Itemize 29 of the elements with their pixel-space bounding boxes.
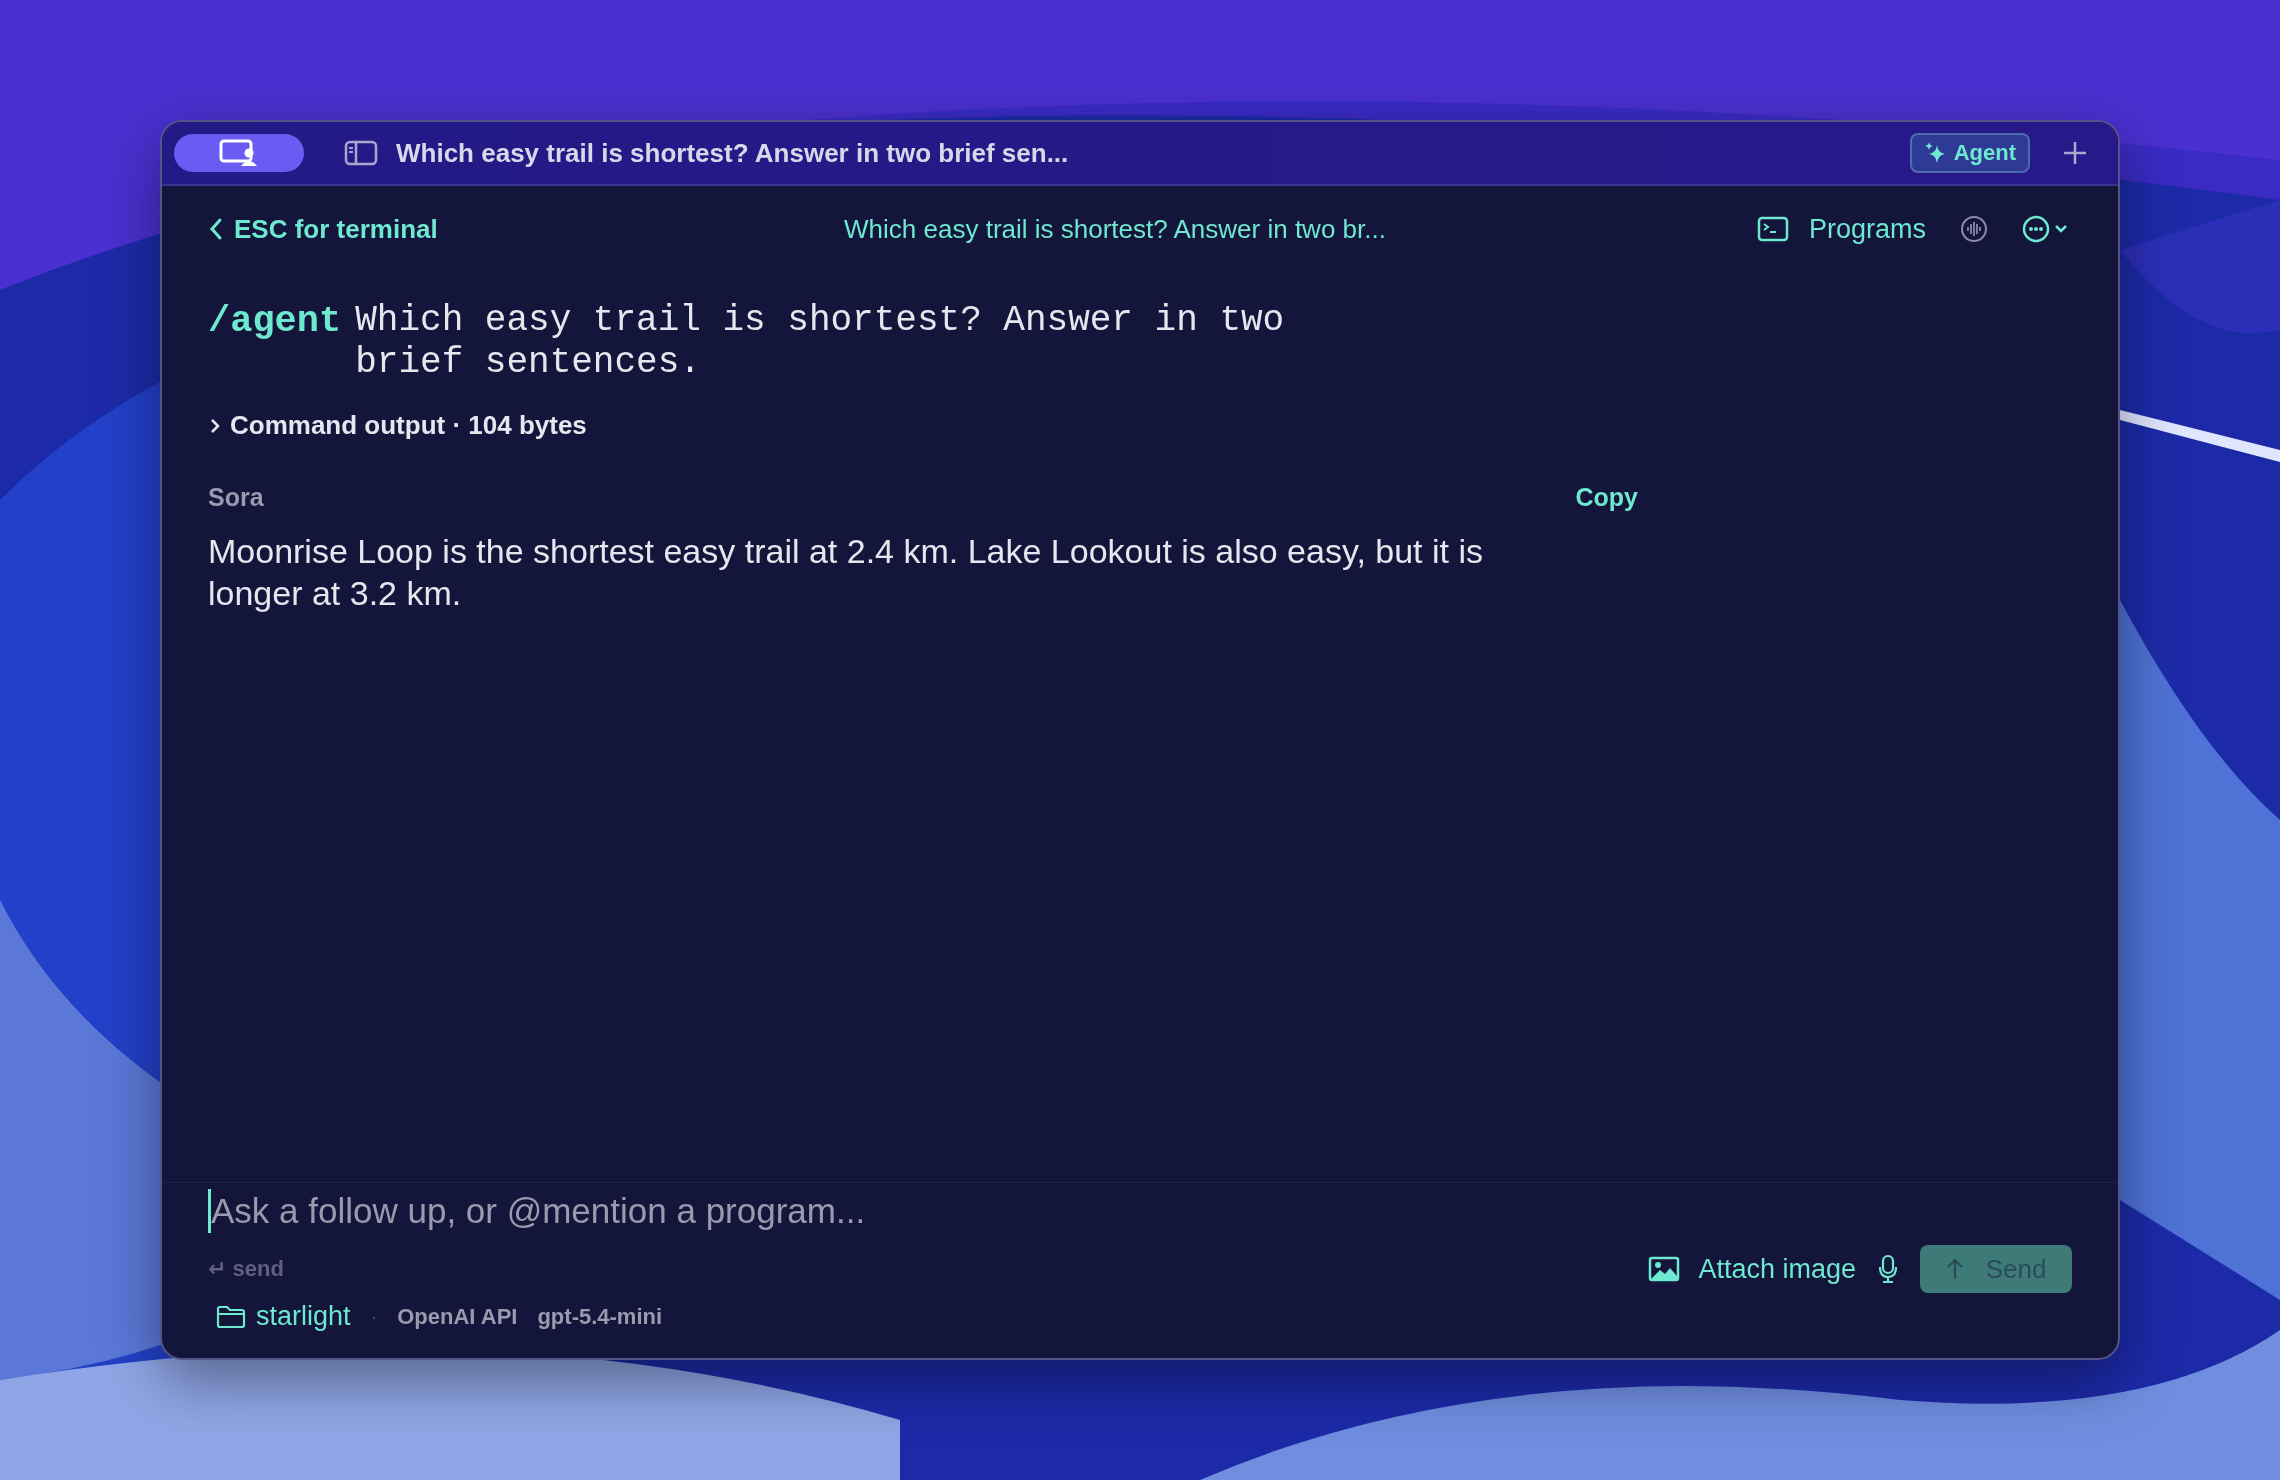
- microphone-icon[interactable]: [1878, 1254, 1898, 1284]
- voice-icon[interactable]: [1960, 215, 1988, 243]
- copy-link[interactable]: Copy: [1575, 483, 1638, 512]
- arrow-up-icon: [1945, 1257, 1964, 1281]
- sidebar-icon[interactable]: [344, 140, 378, 166]
- answer-text: Moonrise Loop is the shortest easy trail at 2.4 km. Lake Lookout is also easy, but it is longer at 3.2 km.: [208, 531, 1485, 614]
- plus-icon[interactable]: [2062, 140, 2088, 166]
- folder-icon: [216, 1304, 246, 1329]
- chevron-left-icon: [208, 217, 224, 241]
- command-output-toggle[interactable]: Command output · 104 bytes: [208, 410, 587, 441]
- screen-person-icon: [219, 139, 259, 167]
- programs-button[interactable]: Programs: [1756, 213, 1926, 245]
- send-hint: ↵ send: [208, 1256, 284, 1282]
- image-icon: [1648, 1256, 1681, 1282]
- agent-button[interactable]: Agent: [1909, 133, 2030, 173]
- command-name: /agent: [208, 300, 342, 342]
- conversation-title: Which easy trail is shortest? Answer in two br...: [844, 213, 1386, 245]
- terminal-icon: [1756, 216, 1789, 242]
- folder-label[interactable]: starlight: [216, 1301, 351, 1332]
- workspace-button[interactable]: [174, 134, 304, 172]
- message-input[interactable]: Ask a follow up, or @mention a program...: [208, 1189, 2072, 1233]
- separator-dot: ·: [370, 1305, 378, 1328]
- prompt-text: Which easy trail is shortest? Answer in two brief sentences.: [355, 300, 1286, 384]
- provider-label: OpenAI API: [397, 1303, 518, 1330]
- tab-title[interactable]: Which easy trail is shortest? Answer in two brief sen...: [396, 137, 1069, 169]
- attach-image-button[interactable]: Attach image: [1648, 1253, 1856, 1285]
- model-label: gpt-5.4-mini: [537, 1303, 663, 1330]
- author-name: Sora: [208, 483, 264, 512]
- back-link[interactable]: ESC for terminal: [208, 213, 438, 245]
